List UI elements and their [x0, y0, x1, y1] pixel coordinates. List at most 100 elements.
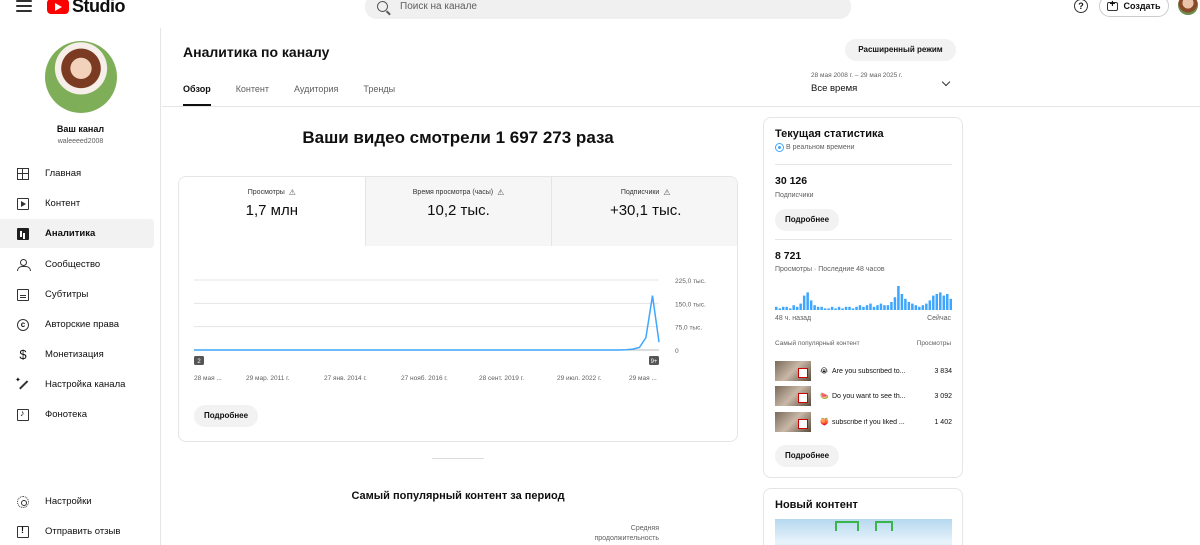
realtime-bar [949, 298, 952, 310]
sidebar-item-dashboard[interactable]: Главная [0, 159, 154, 188]
advanced-mode-button[interactable]: Расширенный режим [845, 39, 956, 61]
menu-icon[interactable] [16, 0, 32, 12]
realtime-bar [834, 308, 837, 310]
x-tick-label: 28 мая ... [194, 375, 222, 382]
date-range-text[interactable]: 28 мая 2008 г. – 29 мая 2025 г. [811, 72, 902, 79]
top-content-item[interactable]: 😭 Are you subscribed to... 3 834 [775, 361, 952, 381]
realtime-bar [890, 302, 893, 310]
create-button[interactable]: Создать [1099, 0, 1169, 17]
sidebar-item-subtitles[interactable]: Субтитры [0, 280, 154, 309]
search-icon[interactable] [377, 1, 388, 12]
avg-duration-header: Средняя продолжительность [560, 524, 659, 544]
tab-audience[interactable]: Аудитория [294, 84, 338, 106]
metric-watch-time[interactable]: Время просмотра (часы) ⚠ 10,2 тыс. [365, 177, 553, 246]
realtime-bar [886, 305, 890, 310]
views-48h-count: 8 721 [775, 250, 802, 262]
realtime-bar [918, 306, 921, 310]
realtime-bar [921, 305, 925, 310]
analytics-tabs: Обзор Контент Аудитория Тренды [183, 84, 420, 106]
sidebar-item-label: Отправить отзыв [45, 526, 121, 537]
video-views: 3 092 [934, 392, 952, 400]
x-tick-label: 29 мая ... [629, 375, 657, 382]
realtime-live-indicator: В реальном времени [775, 143, 855, 152]
realtime-bar [897, 286, 900, 310]
video-views: 1 402 [934, 418, 952, 426]
tab-trends[interactable]: Тренды [363, 84, 395, 106]
top-content-item[interactable]: 🍉 Do you want to see th... 3 092 [775, 386, 952, 406]
community-icon [17, 258, 31, 271]
top-content-views-header: Просмотры [916, 340, 951, 347]
warning-icon: ⚠ [497, 188, 505, 197]
sidebar-item-label: Монетизация [45, 349, 104, 360]
search-bar[interactable] [365, 0, 851, 19]
sidebar-item-content[interactable]: Контент [0, 189, 154, 218]
x-tick-label: 27 янв. 2014 г. [324, 375, 367, 382]
live-label: В реальном времени [786, 144, 855, 151]
realtime-bar [876, 305, 879, 310]
youtube-play-icon [47, 0, 69, 14]
realtime-bar [781, 306, 785, 310]
sidebar: Ваш канал waleeeed2008 Главная Контент А… [0, 28, 161, 545]
help-icon[interactable]: ? [1074, 0, 1088, 13]
realtime-bar [879, 303, 883, 310]
sidebar-item-audio-library[interactable]: Фонотека [0, 400, 154, 429]
sidebar-item-copyright[interactable]: c Авторские права [0, 310, 154, 339]
video-views: 3 834 [934, 367, 952, 375]
channel-name: Ваш канал [56, 124, 105, 134]
sidebar-item-label: Контент [45, 198, 81, 209]
section-divider [432, 458, 484, 459]
chevron-down-icon[interactable] [941, 77, 951, 87]
top-content-item[interactable]: 🍑 subscribe if you liked ... 1 402 [775, 412, 952, 432]
video-title: Do you want to see th... [832, 392, 906, 400]
realtime-card: Текущая статистика В реальном времени 30… [763, 117, 963, 478]
studio-logo[interactable]: Studio [47, 0, 126, 17]
y-tick-label: 0 [675, 348, 679, 355]
overview-chart-card: Просмотры ⚠ 1,7 млн Время просмотра (часы… [178, 176, 738, 442]
live-dot-icon [775, 143, 784, 152]
tab-overview[interactable]: Обзор [183, 84, 211, 106]
new-content-thumbnail[interactable] [775, 519, 952, 545]
title-emoji: 🍉 [820, 393, 829, 400]
monetization-icon: $ [19, 346, 27, 362]
metric-subscribers[interactable]: Подписчики ⚠ +30,1 тыс. [552, 177, 737, 246]
metric-value: 1,7 млн [245, 202, 299, 219]
sidebar-item-settings[interactable]: Настройки [0, 487, 154, 516]
realtime-bar [883, 305, 886, 310]
realtime-more-button[interactable]: Подробнее [775, 209, 840, 231]
channel-avatar[interactable] [45, 41, 117, 113]
sidebar-item-monetization[interactable]: $ Монетизация [0, 340, 154, 369]
metric-views[interactable]: Просмотры ⚠ 1,7 млн [179, 177, 366, 246]
realtime-more-button-bottom[interactable]: Подробнее [775, 445, 840, 467]
chart-more-button[interactable]: Подробнее [194, 405, 259, 427]
new-content-title: Новый контент [775, 499, 858, 511]
realtime-bar [900, 294, 904, 310]
tab-content[interactable]: Контент [236, 84, 269, 106]
warning-icon: ⚠ [663, 188, 671, 197]
x-tick-label: 29 июл. 2022 г. [557, 375, 602, 382]
account-avatar[interactable] [1178, 0, 1198, 15]
metric-label: Подписчики [620, 189, 660, 196]
views-headline: Ваши видео смотрели 1 697 273 раза [302, 128, 614, 147]
realtime-bar [928, 300, 932, 310]
realtime-bar [907, 302, 911, 310]
video-thumbnail [775, 361, 811, 381]
search-input[interactable] [400, 1, 800, 12]
feedback-icon [17, 525, 29, 538]
video-title: Are you subscribed to... [832, 367, 906, 375]
popular-content-title: Самый популярный контент за период [351, 490, 565, 502]
realtime-bar [858, 305, 862, 310]
metric-value: 10,2 тыс. [427, 202, 490, 219]
date-preset-select[interactable]: Все время [811, 83, 857, 94]
sidebar-item-feedback[interactable]: Отправить отзыв [0, 517, 154, 545]
metric-tabs: Просмотры ⚠ 1,7 млн Время просмотра (часы… [179, 177, 737, 246]
realtime-bar [893, 297, 897, 310]
realtime-bar [788, 308, 792, 310]
realtime-bar [865, 305, 869, 310]
sidebar-item-customization[interactable]: Настройка канала [0, 370, 154, 399]
dashboard-icon [17, 167, 29, 180]
divider [775, 239, 952, 240]
sidebar-item-analytics[interactable]: Аналитика [0, 219, 154, 248]
realtime-bar [795, 306, 799, 310]
y-tick-label: 225,0 тыс. [675, 278, 706, 285]
sidebar-item-community[interactable]: Сообщество [0, 250, 154, 279]
